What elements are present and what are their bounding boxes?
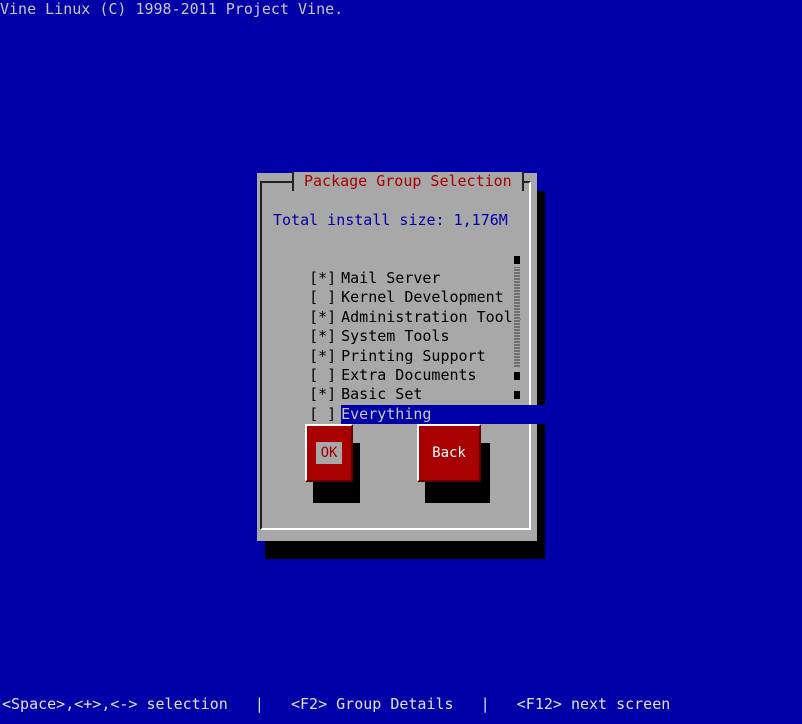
list-item-printing-support[interactable]: [*] Printing Support bbox=[273, 328, 513, 365]
keyboard-hint-bar: <Space>,<+>,<-> selection | <F2> Group D… bbox=[2, 695, 671, 713]
back-button-label: Back bbox=[432, 444, 466, 461]
copyright-header: Vine Linux (C) 1998-2011 Project Vine. bbox=[0, 0, 344, 18]
list-item-system-tools[interactable]: [*] System Tools bbox=[273, 308, 513, 345]
list-item-extra-documents[interactable]: [ ] Extra Documents bbox=[273, 347, 513, 384]
scroll-thumb[interactable] bbox=[514, 372, 520, 380]
ok-button-label: OK bbox=[316, 442, 342, 464]
scroll-up-marker[interactable] bbox=[514, 256, 520, 264]
ok-button[interactable]: OK bbox=[305, 424, 353, 482]
scroll-track[interactable] bbox=[514, 267, 520, 367]
checkbox[interactable]: [ ] bbox=[309, 405, 341, 424]
list-item-label: Everything bbox=[341, 404, 550, 424]
back-button[interactable]: Back bbox=[417, 424, 481, 482]
scroll-down-marker[interactable] bbox=[514, 391, 520, 399]
list-scrollbar[interactable] bbox=[513, 250, 521, 406]
list-item-mail-server[interactable]: [*] Mail Server bbox=[273, 250, 513, 287]
install-size-label: Total install size: 1,176M bbox=[273, 211, 508, 229]
list-item-administration-tools[interactable]: [*] Administration Tools bbox=[273, 289, 522, 326]
dialog-title: Package Group Selection bbox=[292, 172, 524, 191]
list-item-everything[interactable]: [ ] Everything bbox=[273, 386, 550, 424]
list-item-basic-set[interactable]: [*] Basic Set bbox=[273, 366, 513, 403]
package-group-list[interactable]: [*] Mail Server [ ] Kernel Development [*]… bbox=[273, 250, 550, 424]
list-item-kernel-development[interactable]: [ ] Kernel Development bbox=[273, 269, 513, 306]
